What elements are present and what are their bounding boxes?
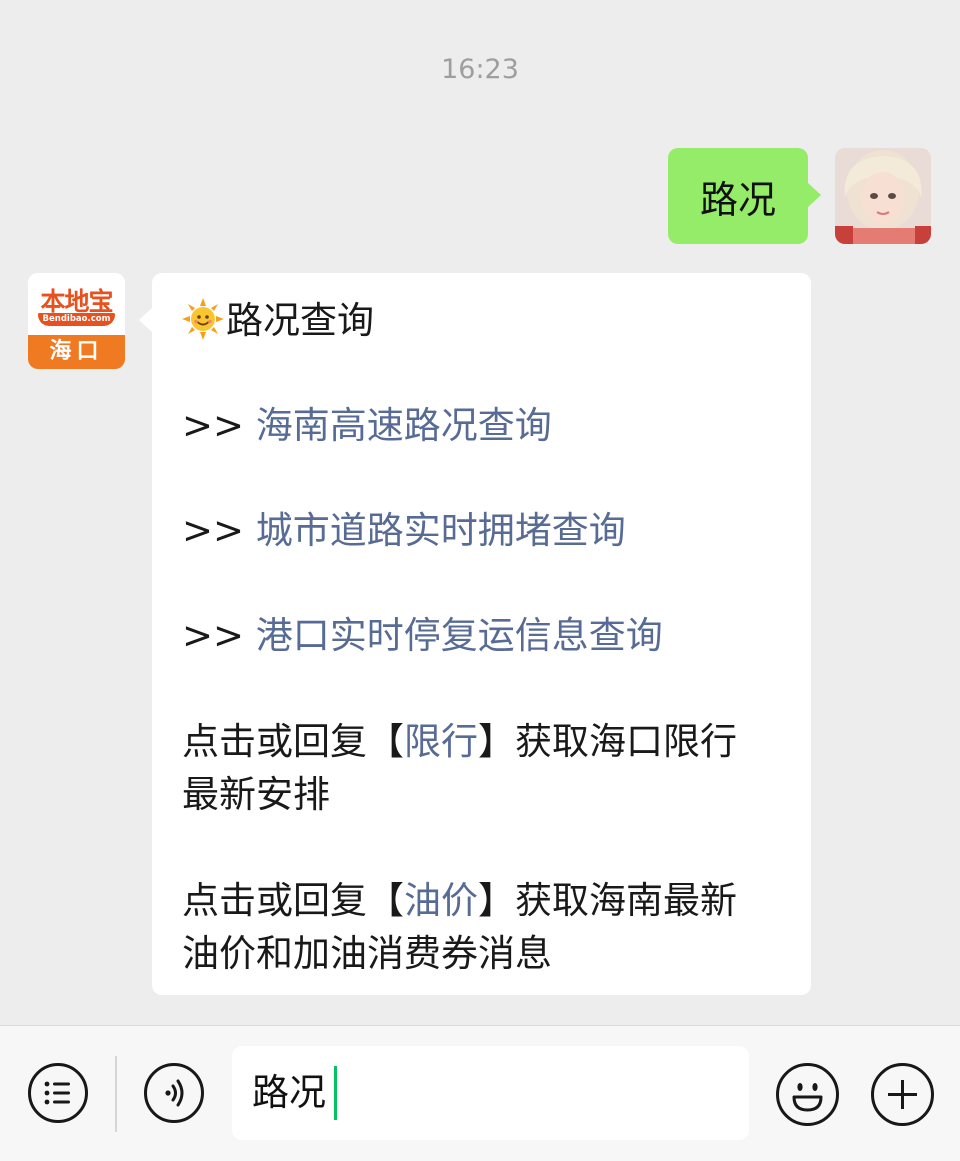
menu-button[interactable] <box>28 1063 88 1123</box>
outgoing-message-text: 路况 <box>699 177 776 222</box>
youjia-line-2: 油价和加油消费券消息 <box>182 932 552 975</box>
youjia-before-text: 点击或回复【 <box>182 879 404 922</box>
logo-city-text: 海口 <box>28 335 125 369</box>
chat-input-bar: 路况 <box>0 1025 960 1161</box>
sun-emoji-icon <box>182 298 224 340</box>
port-status-link[interactable]: 港口实时停复运信息查询 <box>256 614 663 657</box>
xianxing-line-1: 点击或回复【限行】获取海口限行 <box>182 716 737 768</box>
bendibao-avatar[interactable]: 本地宝 Bendibao.com 海口 <box>28 273 125 369</box>
message-timestamp: 16:23 <box>441 54 519 85</box>
voice-button[interactable] <box>144 1063 204 1123</box>
plus-icon <box>888 1080 917 1109</box>
xianxing-before-text: 点击或回复【 <box>182 720 404 763</box>
city-congestion-link[interactable]: 城市道路实时拥堵查询 <box>256 509 626 552</box>
logo-url-text: Bendibao.com <box>42 314 111 324</box>
xianxing-line-2: 最新安排 <box>182 773 330 816</box>
message-input-text: 路况 <box>252 1071 326 1114</box>
youjia-line-1: 点击或回复【油价】获取海南最新 <box>182 875 737 927</box>
line-prefix: >> <box>182 614 256 657</box>
line-prefix: >> <box>182 404 256 447</box>
highway-traffic-link[interactable]: 海南高速路况查询 <box>256 404 552 447</box>
message-title: 路况查询 <box>182 295 374 347</box>
user-avatar[interactable] <box>835 148 931 244</box>
xianxing-link[interactable]: 限行 <box>404 720 478 763</box>
youjia-after-text: 】获取海南最新 <box>478 879 737 922</box>
highway-query-line: >> 海南高速路况查询 <box>182 400 552 452</box>
city-road-query-line: >> 城市道路实时拥堵查询 <box>182 505 626 557</box>
xianxing-after-text: 】获取海口限行 <box>478 720 737 763</box>
emoji-button[interactable] <box>776 1063 839 1126</box>
text-cursor <box>334 1066 337 1120</box>
outgoing-message-bubble[interactable]: 路况 <box>668 148 821 244</box>
port-query-line: >> 港口实时停复运信息查询 <box>182 610 663 662</box>
menu-list-icon <box>44 1081 70 1105</box>
bendibao-logo: 本地宝 Bendibao.com <box>28 273 125 335</box>
voice-icon <box>165 1079 184 1107</box>
user-avatar-image <box>835 148 931 244</box>
emoji-icon <box>792 1083 823 1112</box>
more-button[interactable] <box>871 1063 934 1126</box>
message-input[interactable]: 路况 <box>232 1046 749 1140</box>
line-prefix: >> <box>182 509 256 552</box>
incoming-message-bubble: 路况查询 >> 海南高速路况查询 >> 城市道路实时拥堵查询 >> 港口实时停复… <box>139 273 811 995</box>
toolbar-divider <box>115 1056 117 1132</box>
youjia-link[interactable]: 油价 <box>404 879 478 922</box>
message-title-text: 路况查询 <box>226 299 374 342</box>
